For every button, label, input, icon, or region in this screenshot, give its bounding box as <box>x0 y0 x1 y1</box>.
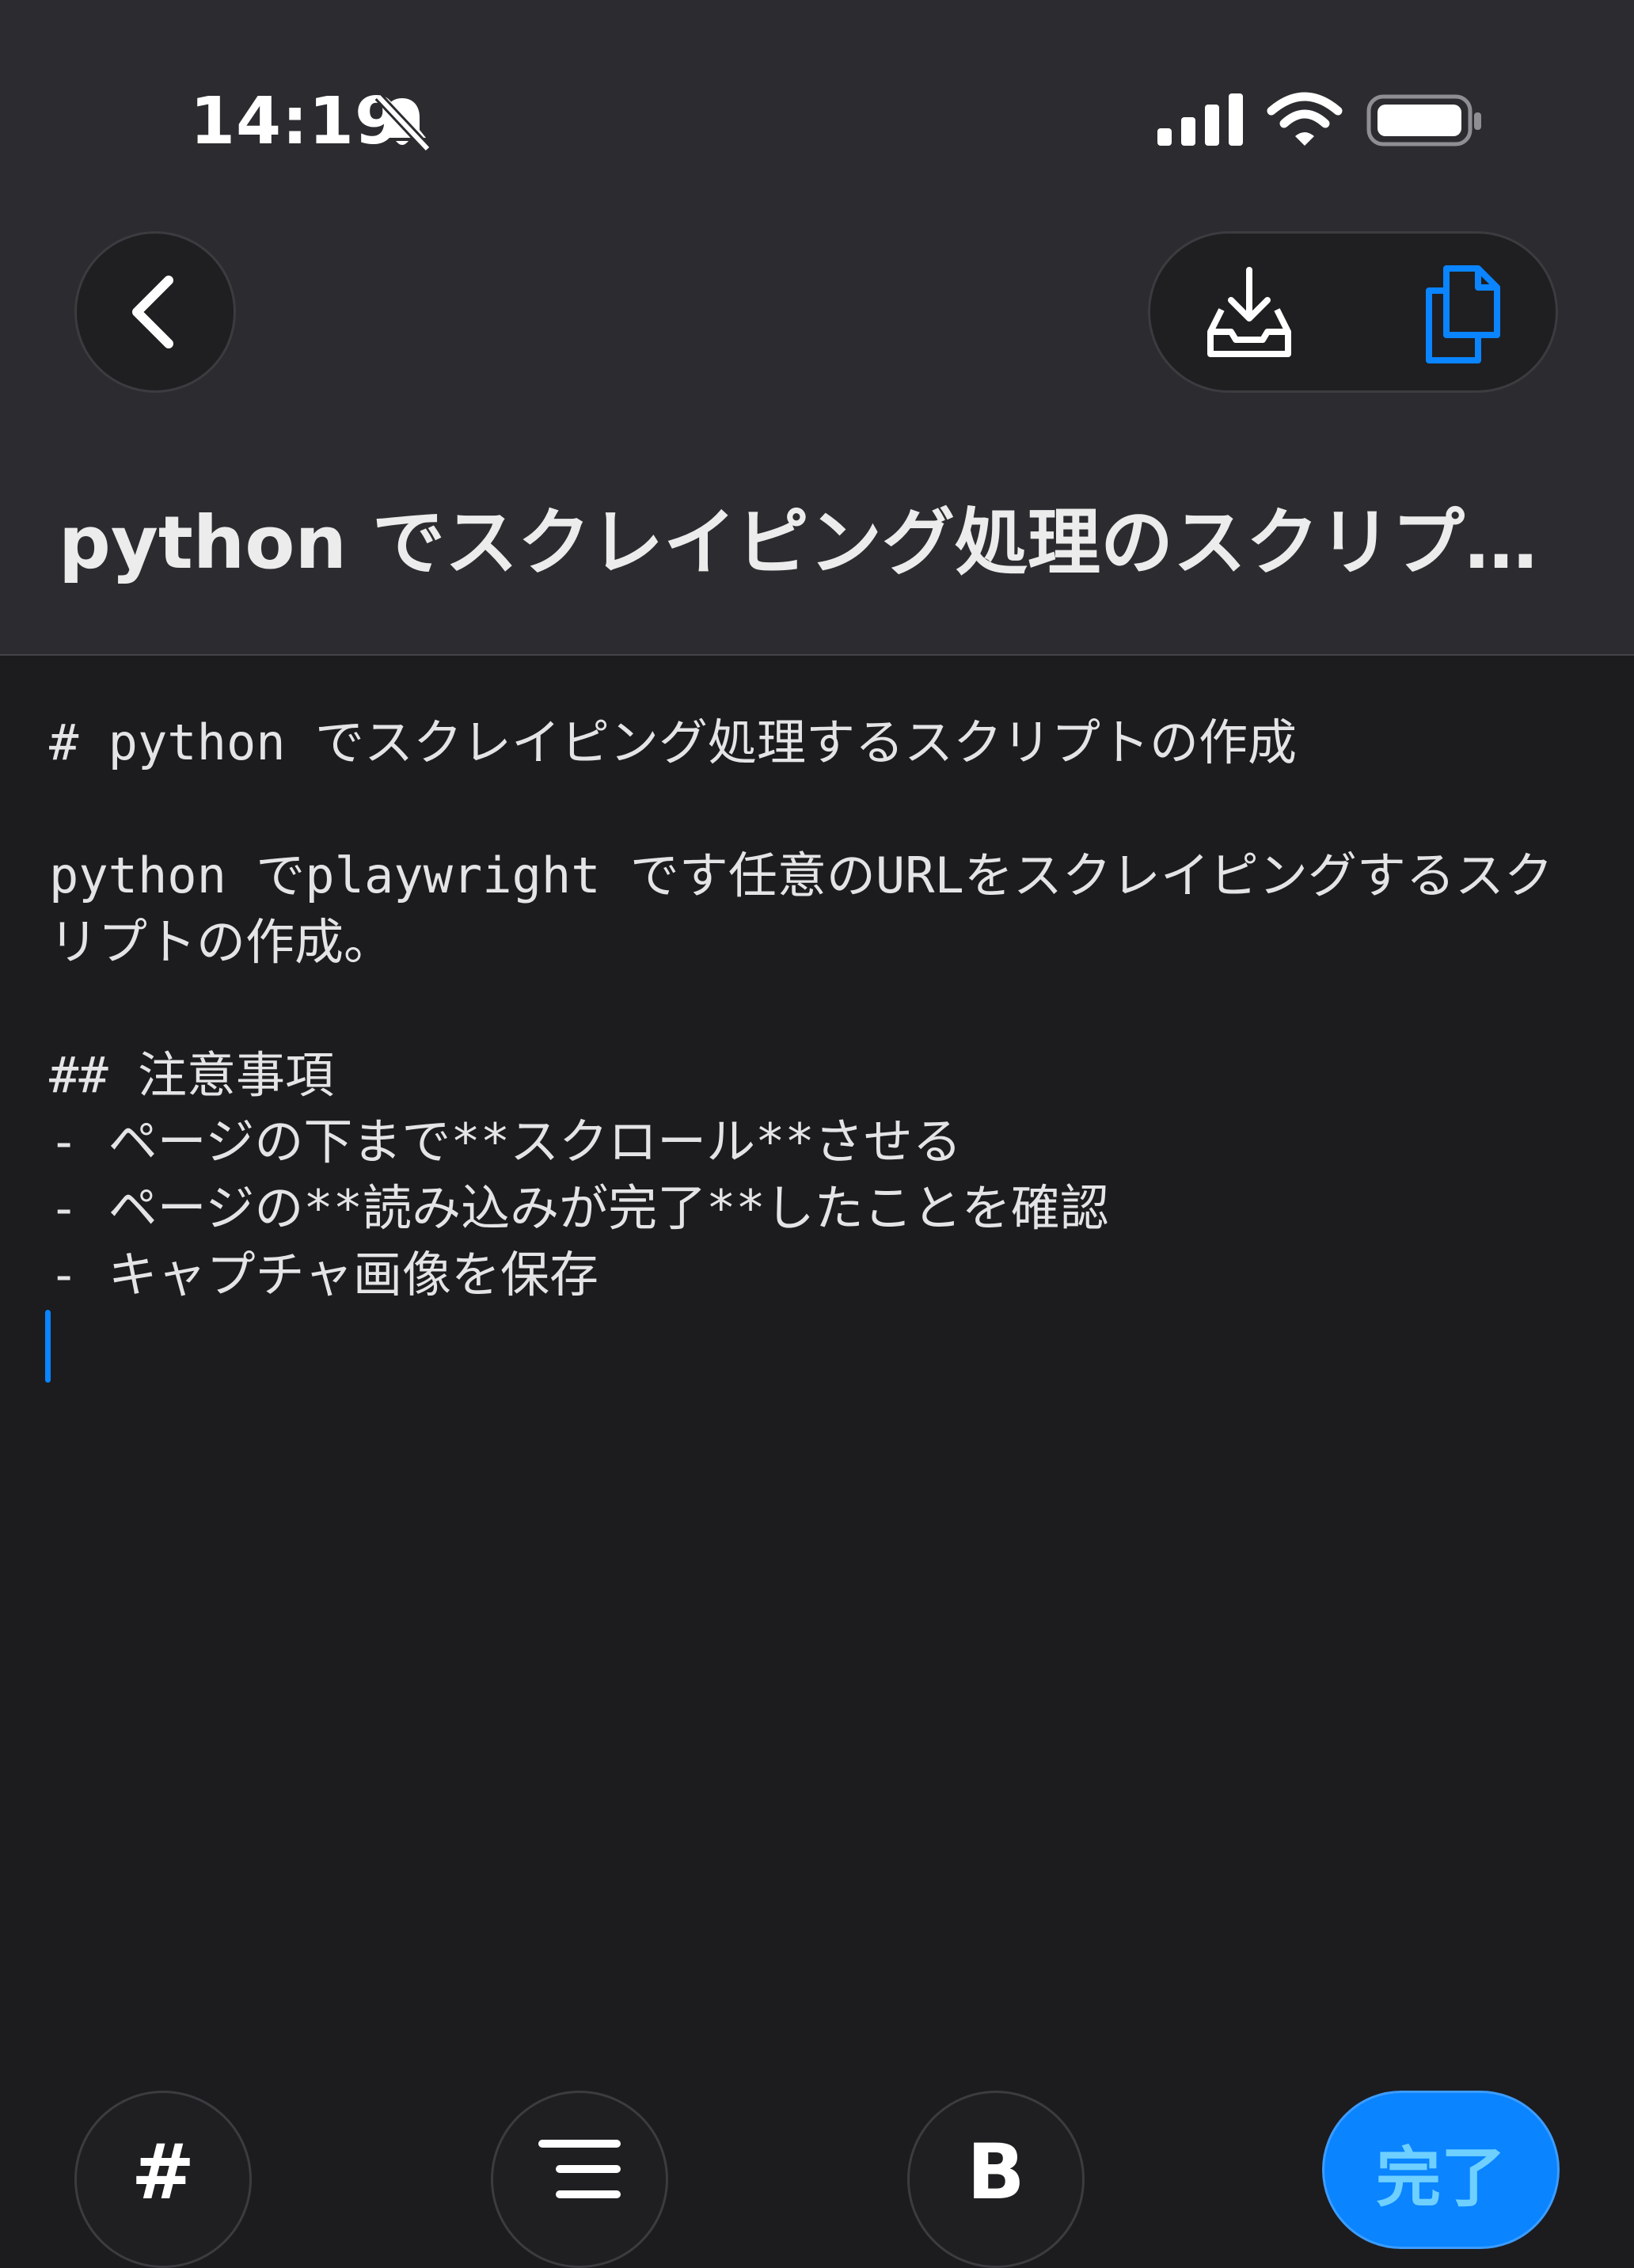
done-button[interactable]: 完了 <box>1322 2091 1560 2249</box>
chevron-left-icon <box>132 276 173 348</box>
editor-line: - ページの下まで**スクロール**させる <box>49 1113 962 1170</box>
copy-button[interactable] <box>1412 262 1514 365</box>
list-icon <box>538 2140 621 2198</box>
text-cursor <box>45 1310 51 1383</box>
list-button[interactable] <box>491 2091 668 2268</box>
cellular-signal-icon <box>1157 93 1243 146</box>
editor-line: - キャプチャ画像を保存 <box>49 1246 599 1303</box>
page-title: python でスクレイピング処理のスクリプト作成 <box>59 500 1575 585</box>
heading-button[interactable]: # <box>74 2091 252 2268</box>
bold-button[interactable]: B <box>907 2091 1085 2268</box>
heading-label: # <box>131 2128 196 2217</box>
editor-line: - ページの**読み込みが完了**したことを確認 <box>49 1179 1109 1237</box>
wifi-icon <box>1267 92 1343 146</box>
markdown-editor[interactable]: # python でスクレイピング処理するスクリプトの作成 python でpl… <box>49 710 1601 1308</box>
bell-slash-icon <box>374 93 431 153</box>
action-button-group <box>1148 231 1558 393</box>
editor-line: # python でスクレイピング処理するスクリプトの作成 <box>49 714 1297 771</box>
battery-icon <box>1366 94 1481 147</box>
copy-documents-icon <box>1426 265 1500 363</box>
status-time: 14:19 <box>190 84 401 159</box>
editor-line: python でplaywright です任意のURLをスクレイピングするスクリ… <box>49 847 1553 971</box>
editor-line: ## 注意事項 <box>49 1046 334 1104</box>
done-label: 完了 <box>1375 2141 1506 2216</box>
tray-download-icon <box>1207 267 1291 357</box>
bold-label: B <box>967 2128 1025 2217</box>
back-button[interactable] <box>74 231 236 393</box>
import-button[interactable] <box>1198 262 1301 365</box>
header: 14:19 python でスクレイピング処理のスクリプト作成 <box>0 0 1634 656</box>
